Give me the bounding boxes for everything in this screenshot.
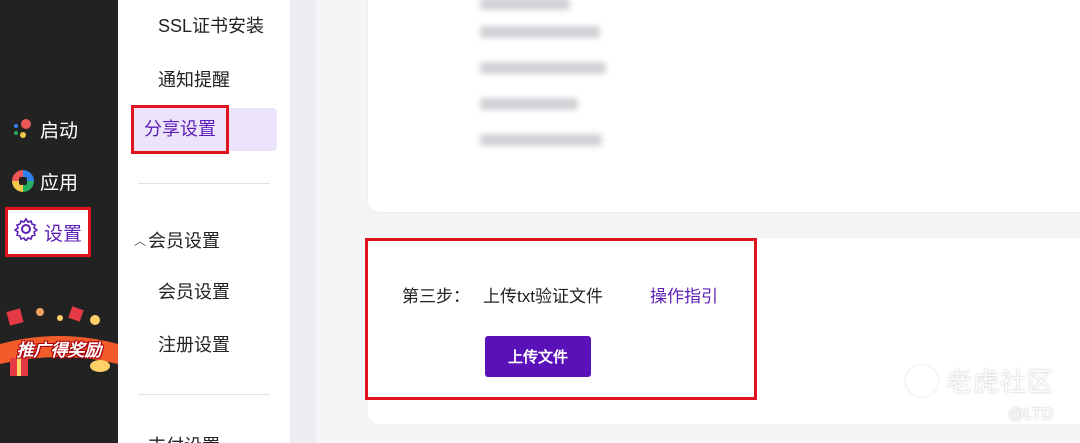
step-label: 第三步： (402, 287, 470, 306)
guide-link[interactable]: 操作指引 (650, 282, 718, 307)
settings-menu: SSL证书安装 通知提醒 分享设置 ︿ 会员设置 会员设置 注册设置 支付设置 (118, 0, 290, 443)
menu-item-member[interactable]: 会员设置 (158, 278, 230, 304)
menu-item-payment-partial[interactable]: 支付设置 (148, 432, 220, 443)
watermark-title: 老虎社区 (946, 367, 1055, 397)
rail-item-label: 应用 (40, 172, 79, 194)
menu-item-ssl[interactable]: SSL证书安装 (158, 12, 264, 38)
menu-item-register[interactable]: 注册设置 (158, 331, 230, 357)
menu-divider (138, 394, 270, 395)
blurred-text (480, 98, 578, 110)
rail-item-label: 启动 (40, 120, 79, 142)
rail-item-label: 设置 (44, 223, 83, 245)
app-rail: 启动 应用 设置 推广得奖励 (0, 0, 118, 443)
menu-item-share-label: 分享设置 (131, 105, 229, 154)
content-gutter (290, 0, 316, 443)
watermark-logo-icon (906, 364, 938, 397)
blurred-text (480, 26, 600, 38)
promo-banner[interactable]: 推广得奖励 (0, 300, 118, 380)
rail-item-apps[interactable]: 应用 (12, 166, 78, 196)
promo-label: 推广得奖励 (16, 341, 102, 360)
step-description: 上传txt验证文件 (483, 287, 603, 306)
watermark: 老虎社区 (906, 362, 1054, 399)
apps-icon (12, 170, 34, 192)
menu-item-share[interactable]: 分享设置 (131, 105, 277, 154)
upload-file-button[interactable]: 上传文件 (485, 336, 591, 377)
gear-icon (13, 217, 39, 247)
rail-item-launch[interactable]: 启动 (12, 114, 78, 144)
menu-item-notify[interactable]: 通知提醒 (158, 66, 230, 92)
menu-group-member[interactable]: ︿ 会员设置 (134, 227, 220, 253)
watermark-sub: @LTD (1008, 406, 1054, 423)
chevron-up-icon: ︿ (134, 233, 147, 248)
blurred-text (480, 62, 606, 74)
menu-group-title: 会员设置 (148, 231, 221, 251)
blurred-text (480, 0, 570, 10)
rail-item-settings[interactable]: 设置 (4, 207, 92, 257)
launch-icon (12, 118, 34, 140)
info-card (368, 0, 1080, 212)
menu-divider (138, 183, 270, 184)
blurred-text (480, 134, 602, 146)
